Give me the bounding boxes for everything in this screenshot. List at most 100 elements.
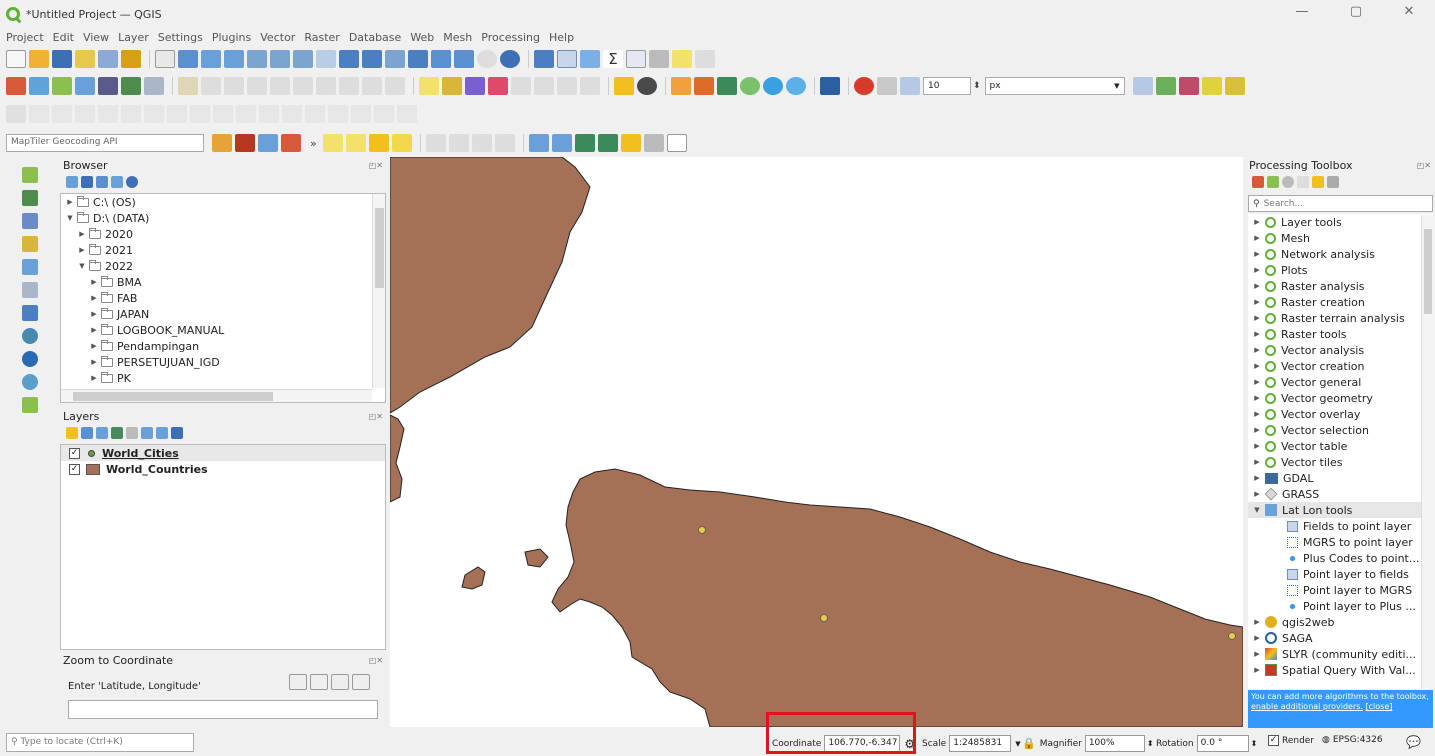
chevron-right-icon[interactable]: ▶ [89, 278, 99, 286]
star-shape-icon[interactable] [620, 134, 641, 152]
chevron-right-icon[interactable]: ▶ [1252, 314, 1262, 322]
raster-analysis-icon[interactable] [494, 134, 515, 152]
text-annotation-icon[interactable] [643, 134, 664, 152]
move-label-icon[interactable] [534, 77, 554, 95]
algorithm-item[interactable]: MGRS to point layer [1248, 534, 1433, 550]
help-icon[interactable] [820, 77, 840, 95]
menu-layer[interactable]: Layer [118, 31, 149, 44]
provider-item[interactable]: ▶ SAGA [1248, 630, 1433, 646]
pan-to-selection-icon[interactable] [178, 50, 198, 68]
scale-value-field[interactable]: 1:2485831 [949, 735, 1012, 752]
vector-analysis-icon[interactable] [471, 134, 492, 152]
menu-plugins[interactable]: Plugins [212, 31, 251, 44]
chevron-right-icon[interactable]: ▶ [1252, 458, 1262, 466]
browser-item[interactable]: ▶ PERSETUJUAN_IGD [61, 354, 385, 370]
layer-item[interactable]: ✓ World_Countries [61, 461, 385, 477]
refresh-browser-icon[interactable] [81, 176, 93, 188]
expand-all-icon[interactable] [141, 427, 153, 439]
new-map-view-icon[interactable] [385, 50, 405, 68]
new-3d-map-icon[interactable] [408, 50, 428, 68]
magnifier-value-field[interactable]: 100% [1084, 735, 1145, 752]
fill-ring-icon[interactable] [98, 105, 118, 123]
show-bookmarks-icon[interactable] [454, 50, 474, 68]
provider-item[interactable]: ▶ Layer tools [1248, 214, 1433, 230]
chevron-down-icon[interactable]: ▼ [1252, 506, 1262, 514]
render-checkbox[interactable]: ✓ [1268, 735, 1279, 746]
chevron-right-icon[interactable]: ▶ [1252, 634, 1262, 642]
chevron-right-icon[interactable]: ▶ [89, 374, 99, 382]
python-console-icon[interactable] [671, 77, 691, 95]
layout-manager-icon[interactable] [98, 50, 118, 68]
provider-item[interactable]: ▶ Vector creation [1248, 358, 1433, 374]
reshape-features-icon[interactable] [167, 105, 187, 123]
processing-search-input[interactable]: ⚲ Search... [1248, 195, 1433, 212]
rotate-label-icon[interactable] [557, 77, 577, 95]
provider-item[interactable]: ▶ Vector general [1248, 374, 1433, 390]
trim-extend-icon[interactable] [374, 105, 394, 123]
add-spatialite-icon[interactable] [98, 77, 118, 95]
add-postgis-icon[interactable] [22, 305, 38, 321]
layer-labeling-icon[interactable] [442, 77, 462, 95]
chevron-down-icon[interactable]: ▼ [65, 214, 75, 222]
filter-legend-icon[interactable] [111, 427, 123, 439]
plugin-geocoder-icon[interactable] [786, 77, 806, 95]
edit-features-in-place-icon[interactable] [1312, 176, 1324, 188]
identify-icon[interactable] [534, 50, 554, 68]
chevron-right-icon[interactable]: ▶ [1252, 442, 1262, 450]
algorithm-item[interactable]: Point layer to Plus ... [1248, 598, 1433, 614]
dock-buttons-icon[interactable]: ◰✕ [1417, 161, 1431, 170]
chevron-right-icon[interactable]: ▶ [89, 342, 99, 350]
align-rotation-icon[interactable] [397, 105, 417, 123]
provider-item[interactable]: ▶ qgis2web [1248, 614, 1433, 630]
chevron-right-icon[interactable]: ▶ [89, 326, 99, 334]
history-icon[interactable] [1282, 176, 1294, 188]
snapping-tolerance-spinbox[interactable]: 10 [923, 77, 971, 95]
rotation-value-field[interactable]: 0.0 ° [1196, 735, 1249, 752]
chevron-right-icon[interactable]: ▶ [1252, 330, 1262, 338]
menu-edit[interactable]: Edit [53, 31, 74, 44]
chevron-right-icon[interactable]: ▶ [1252, 218, 1262, 226]
data-source-manager-icon[interactable] [6, 77, 26, 95]
style-manager-icon[interactable] [121, 50, 141, 68]
menu-view[interactable]: View [83, 31, 109, 44]
menu-database[interactable]: Database [349, 31, 402, 44]
provider-item[interactable]: ▶ Plots [1248, 262, 1433, 278]
zoom-to-selection-icon[interactable] [270, 50, 290, 68]
zoom-full-icon[interactable] [247, 50, 267, 68]
add-spatialite-layer-icon[interactable] [22, 259, 38, 275]
chevron-right-icon[interactable]: ▶ [1252, 410, 1262, 418]
chevron-right-icon[interactable]: ▶ [65, 198, 75, 206]
map-canvas[interactable] [390, 157, 1243, 727]
add-wcs-icon[interactable] [22, 351, 38, 367]
menu-help[interactable]: Help [549, 31, 574, 44]
add-wfs-icon[interactable] [22, 374, 38, 390]
chevron-down-icon[interactable]: ▼ [77, 262, 87, 270]
add-delimited-text-icon[interactable] [75, 77, 95, 95]
add-raster-icon[interactable] [22, 190, 38, 206]
spin-arrows-icon[interactable]: ⬍ [973, 81, 981, 91]
grass-tools-icon[interactable] [528, 134, 549, 152]
chevron-right-icon[interactable]: ▶ [1252, 362, 1262, 370]
chevron-right-icon[interactable]: ▶ [1252, 666, 1262, 674]
browser-item[interactable]: ▶ PK [61, 370, 385, 386]
add-feature-icon[interactable] [224, 77, 244, 95]
browser-item[interactable]: ▶ 2021 [61, 242, 385, 258]
close-note-link[interactable]: [close] [1366, 702, 1393, 711]
plugin-slyr-icon[interactable] [717, 77, 737, 95]
provider-item[interactable]: ▶ SLYR (community editi... [1248, 646, 1433, 662]
city-point[interactable] [698, 526, 706, 534]
split-parts-icon[interactable] [236, 105, 256, 123]
menu-settings[interactable]: Settings [158, 31, 203, 44]
chevron-right-icon[interactable]: ▶ [1252, 234, 1262, 242]
clear-input-icon[interactable] [352, 674, 370, 690]
add-ring-icon[interactable] [52, 105, 72, 123]
chevron-right-icon[interactable]: ▶ [1252, 378, 1262, 386]
chevron-right-icon[interactable]: ▶ [89, 294, 99, 302]
chevron-right-icon[interactable]: ▶ [1252, 490, 1262, 498]
provider-item[interactable]: ▶ Network analysis [1248, 246, 1433, 262]
manage-visibility-icon[interactable] [96, 427, 108, 439]
new-geopackage-icon[interactable] [29, 77, 49, 95]
select-by-value-icon[interactable] [345, 134, 366, 152]
filter-expression-icon[interactable] [126, 427, 138, 439]
chevron-down-icon[interactable]: ▼ [1015, 740, 1020, 748]
